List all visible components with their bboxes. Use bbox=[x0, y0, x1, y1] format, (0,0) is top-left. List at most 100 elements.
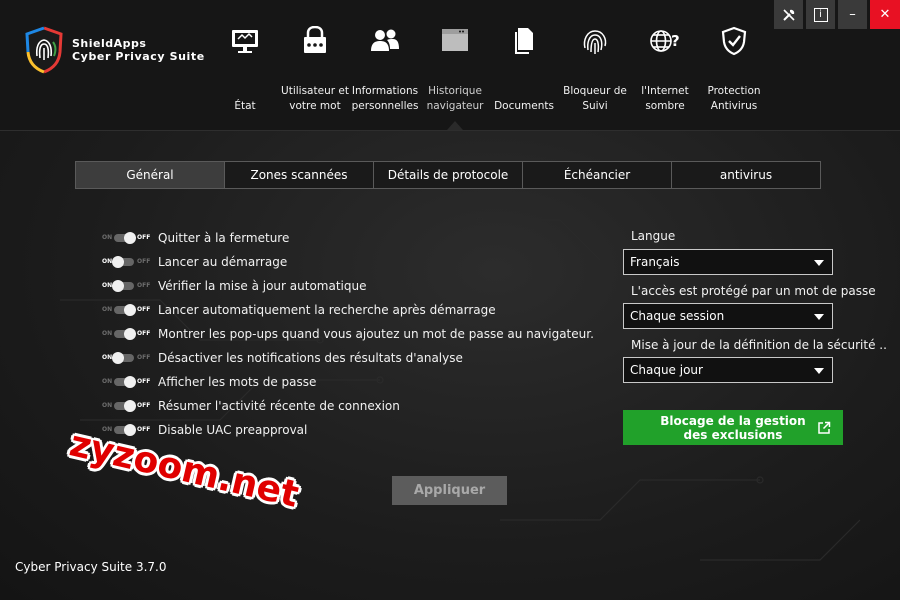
info-icon: i bbox=[813, 7, 828, 22]
tab-details-protocole[interactable]: Détails de protocole bbox=[374, 162, 523, 188]
option-label: Vérifier la mise à jour automatique bbox=[158, 279, 367, 293]
header-bar: ShieldApps Cyber Privacy Suite État Util… bbox=[0, 0, 900, 131]
toggle-off-text: OFF bbox=[137, 330, 151, 337]
option-row: ON OFF Quitter à la fermeture bbox=[100, 228, 600, 248]
svg-text:?: ? bbox=[671, 32, 680, 50]
toggle-on-text: ON bbox=[102, 282, 113, 289]
nav-protection-antivirus[interactable]: Protection Antivirus bbox=[694, 22, 774, 118]
shield-check-icon bbox=[721, 26, 747, 56]
nav-etat[interactable]: État bbox=[205, 22, 285, 118]
option-label: Montrer les pop-ups quand vous ajoutez u… bbox=[158, 327, 594, 341]
exclusions-button[interactable]: Blocage de la gestion des exclusions bbox=[623, 410, 843, 445]
app-window: ShieldApps Cyber Privacy Suite État Util… bbox=[0, 0, 900, 600]
toggle-off-text: OFF bbox=[137, 402, 151, 409]
watermark-text: zyzoom.net bbox=[65, 423, 303, 516]
nav-label: État bbox=[234, 100, 256, 112]
toggle-off-text: OFF bbox=[137, 234, 151, 241]
toggle-off-text: OFF bbox=[137, 258, 151, 265]
language-label: Langue bbox=[631, 229, 676, 243]
update-value: Chaque jour bbox=[630, 363, 703, 377]
language-select[interactable]: Français bbox=[623, 249, 833, 275]
product-name: Cyber Privacy Suite bbox=[72, 50, 205, 63]
option-row: ON OFF Désactiver les notifications des ré… bbox=[100, 348, 600, 368]
nav-utilisateur[interactable]: Utilisateur et votre mot bbox=[275, 22, 355, 118]
nav-documents[interactable]: Documents bbox=[484, 22, 564, 118]
settings-tabs: Général Zones scannées Détails de protoc… bbox=[75, 161, 821, 189]
option-label: Désactiver les notifications des résulta… bbox=[158, 351, 463, 365]
option-toggle[interactable]: ON OFF bbox=[100, 256, 152, 268]
nav-bloqueur[interactable]: Bloqueur de Suivi bbox=[555, 22, 635, 118]
option-toggle[interactable]: ON OFF bbox=[100, 400, 152, 412]
brand-name: ShieldApps bbox=[72, 37, 147, 50]
toggle-on-text: ON bbox=[102, 306, 113, 313]
option-toggle[interactable]: ON OFF bbox=[100, 232, 152, 244]
external-link-icon bbox=[818, 421, 831, 434]
update-label: Mise à jour de la définition de la sécur… bbox=[631, 338, 887, 352]
access-value: Chaque session bbox=[630, 309, 725, 323]
tab-antivirus[interactable]: antivirus bbox=[672, 162, 820, 188]
users-icon bbox=[371, 29, 399, 51]
toggle-off-text: OFF bbox=[137, 282, 151, 289]
tab-general[interactable]: Général bbox=[76, 162, 225, 188]
toggle-knob bbox=[124, 400, 136, 412]
chevron-down-icon bbox=[814, 260, 824, 266]
tab-echeancier[interactable]: Échéancier bbox=[523, 162, 672, 188]
option-toggle[interactable]: ON OFF bbox=[100, 352, 152, 364]
toggle-on-text: ON bbox=[102, 258, 113, 265]
minimize-button[interactable]: – bbox=[838, 0, 867, 29]
lock-password-icon bbox=[304, 26, 326, 53]
update-select[interactable]: Chaque jour bbox=[623, 357, 833, 383]
browser-window-icon bbox=[442, 29, 468, 51]
close-button[interactable]: ✕ bbox=[870, 0, 900, 29]
apply-button[interactable]: Appliquer bbox=[392, 476, 507, 505]
option-label: Résumer l'activité récente de connexion bbox=[158, 399, 400, 413]
monitor-icon bbox=[232, 30, 258, 53]
shieldapps-logo-icon bbox=[25, 26, 63, 74]
active-nav-indicator bbox=[447, 121, 463, 130]
toggle-knob bbox=[112, 352, 124, 364]
minimize-icon: – bbox=[849, 7, 856, 22]
option-row: ON OFF Montrer les pop-ups quand vous ajou… bbox=[100, 324, 600, 344]
language-value: Français bbox=[630, 255, 680, 269]
version-label: Cyber Privacy Suite 3.7.0 bbox=[15, 560, 167, 574]
option-toggle[interactable]: ON OFF bbox=[100, 328, 152, 340]
option-label: Lancer automatiquement la recherche aprè… bbox=[158, 303, 496, 317]
tab-zones-scannees[interactable]: Zones scannées bbox=[225, 162, 374, 188]
access-label: L'accès est protégé par un mot de passe bbox=[631, 284, 876, 298]
option-row: ON OFF Lancer automatiquement la recherche… bbox=[100, 300, 600, 320]
access-select[interactable]: Chaque session bbox=[623, 303, 833, 329]
info-button[interactable]: i bbox=[806, 0, 835, 29]
option-toggle[interactable]: ON OFF bbox=[100, 304, 152, 316]
toggle-knob bbox=[124, 376, 136, 388]
option-row: ON OFF Disable UAC preapproval bbox=[100, 420, 600, 440]
nav-label: Documents bbox=[494, 100, 554, 112]
nav-internet-sombre[interactable]: ? l'Internet sombre bbox=[625, 22, 705, 118]
option-row: ON OFF Lancer au démarrage bbox=[100, 252, 600, 272]
nav-label: Bloqueur de Suivi bbox=[563, 85, 627, 112]
toggle-off-text: OFF bbox=[137, 354, 151, 361]
toggle-knob bbox=[124, 232, 136, 244]
nav-informations[interactable]: Informations personnelles bbox=[345, 22, 425, 118]
option-label: Lancer au démarrage bbox=[158, 255, 288, 269]
toggle-on-text: ON bbox=[102, 402, 113, 409]
documents-icon bbox=[515, 28, 533, 54]
option-label: Afficher les mots de passe bbox=[158, 375, 317, 389]
option-row: ON OFF Afficher les mots de passe bbox=[100, 372, 600, 392]
option-toggle[interactable]: ON OFF bbox=[100, 376, 152, 388]
fingerprint-icon bbox=[583, 30, 607, 54]
toggle-knob bbox=[112, 280, 124, 292]
exclusions-button-label: Blocage de la gestion des exclusions bbox=[660, 413, 806, 442]
toggle-knob bbox=[112, 256, 124, 268]
toggle-off-text: OFF bbox=[137, 306, 151, 313]
toggle-off-text: OFF bbox=[137, 378, 151, 385]
toggle-on-text: ON bbox=[102, 378, 113, 385]
option-toggle[interactable]: ON OFF bbox=[100, 280, 152, 292]
toggle-on-text: ON bbox=[102, 330, 113, 337]
toggle-knob bbox=[124, 304, 136, 316]
nav-historique[interactable]: Historique navigateur bbox=[415, 22, 495, 118]
chevron-down-icon bbox=[814, 368, 824, 374]
toggle-knob bbox=[124, 328, 136, 340]
nav-label: Historique navigateur bbox=[426, 85, 484, 112]
globe-question-icon: ? bbox=[650, 30, 680, 52]
tools-button[interactable] bbox=[774, 0, 803, 29]
